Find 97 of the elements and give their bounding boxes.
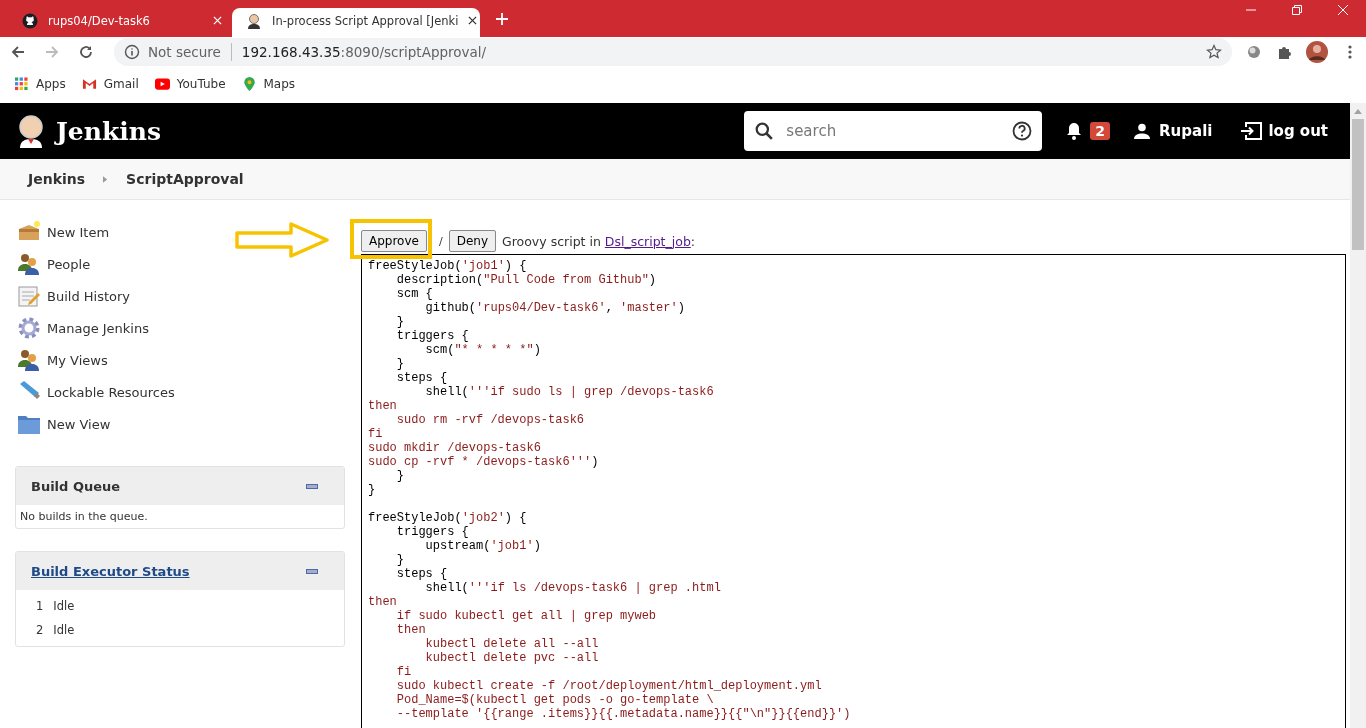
grid-icon: [14, 76, 29, 91]
info-icon: [124, 44, 140, 60]
code-line: sudo mkdir /devops-task6: [368, 441, 541, 455]
script-caption: Groovy script in Dsl_script_job:: [502, 233, 696, 249]
code-line: sudo rm -rvf /devops-task6: [395, 413, 585, 427]
avatar-icon[interactable]: [1306, 41, 1328, 63]
code-line: kubectl delete pvc --all: [424, 651, 599, 665]
butler-icon: [16, 113, 46, 149]
code-line: }: [395, 469, 404, 483]
reload-icon[interactable]: [78, 44, 94, 60]
search-icon: [755, 122, 774, 140]
notification-badge[interactable]: 2: [1090, 122, 1111, 140]
code-line: fi: [395, 665, 412, 679]
puzzle-icon[interactable]: [1276, 44, 1292, 60]
code-line: shell('''if sudo ls | grep /devops-task6: [424, 385, 714, 399]
code-line: then: [395, 623, 426, 637]
bookmark[interactable]: Maps: [241, 76, 296, 91]
code-line: triggers {: [395, 525, 469, 539]
address-bar[interactable]: Not secure 192.168.43.35:8090/scriptApproval/: [114, 38, 1232, 66]
user-link[interactable]: Rupali: [1159, 122, 1213, 140]
code-line: }: [395, 315, 404, 329]
bookmark[interactable]: Gmail: [81, 76, 139, 91]
butler-icon: [246, 12, 262, 29]
sidebar-item[interactable]: People: [17, 248, 345, 280]
code-line: steps {: [395, 567, 448, 581]
notepad-icon: [17, 284, 41, 308]
menu-icon[interactable]: [1348, 44, 1352, 60]
job-link[interactable]: Dsl_script_job: [604, 233, 691, 249]
scrollbar[interactable]: [1350, 103, 1366, 728]
sidebar-item[interactable]: Manage Jenkins: [17, 312, 345, 344]
queue-message: No builds in the queue.: [20, 510, 148, 523]
chevron-icon: [103, 175, 109, 183]
sidebar-item[interactable]: My Views: [17, 344, 345, 376]
executor-number: 2: [36, 623, 44, 637]
browser-tab[interactable]: In-process Script Approval [Jenki: [232, 8, 480, 37]
code-line: steps {: [395, 371, 448, 385]
new-tab-icon[interactable]: [496, 13, 508, 25]
code-line: }: [395, 553, 404, 567]
close-icon[interactable]: [468, 16, 478, 25]
code-line: scm {: [395, 287, 433, 301]
breadcrumb-link[interactable]: ScriptApproval: [126, 171, 244, 187]
brand-title[interactable]: Jenkins: [56, 116, 161, 146]
separator-text: /: [438, 234, 443, 248]
security-label: Not secure: [148, 44, 221, 60]
scroll-thumb[interactable]: [1352, 119, 1364, 250]
deny-button[interactable]: Deny: [448, 230, 496, 252]
sidebar-item[interactable]: Build History: [17, 280, 345, 312]
collapse-icon[interactable]: [306, 483, 318, 489]
code-line: sudo kubectl create -f /root/deployment/html_deployment.yml: [395, 679, 822, 693]
play-icon: [154, 76, 170, 91]
code-line: kubectl delete all --all: [424, 637, 599, 651]
restore-icon[interactable]: [1291, 4, 1303, 16]
browser-tab[interactable]: rups04/Dev-task6: [8, 8, 232, 37]
code-line: Pod_Name=$(kubectl get pods -o go-template \: [395, 693, 714, 707]
code-line: if sudo kubectl get all | grep myweb: [395, 609, 657, 623]
panel-title: Build Queue: [31, 478, 121, 494]
code-line: freeStyleJob('job1') {: [368, 259, 527, 273]
extension-icon[interactable]: [1246, 44, 1262, 60]
executor-status: Idle: [53, 623, 75, 637]
sidebar-item[interactable]: New Item: [17, 216, 345, 248]
code-line: github('rups04/Dev-task6', 'master'): [424, 301, 685, 315]
bookmark[interactable]: Apps: [14, 76, 66, 91]
code-line: description("Pull Code from Github"): [395, 273, 657, 287]
code-line: freeStyleJob('job2') {: [368, 511, 527, 525]
search-field[interactable]: search: [744, 111, 1043, 151]
code-line: sudo cp -rvf * /devops-task6'''): [368, 455, 599, 469]
code-line: --template '{{range .items}}{{.metadata.name}}{{"\n"}}{{end}}'): [395, 707, 851, 721]
people-icon: [17, 348, 41, 372]
approve-button[interactable]: Approve: [361, 230, 427, 252]
breadcrumb-link[interactable]: Jenkins: [28, 171, 86, 187]
logout-link[interactable]: log out: [1268, 122, 1328, 140]
star-icon[interactable]: [1206, 44, 1222, 60]
sidebar-item[interactable]: Lockable Resources: [17, 376, 345, 408]
code-line: }: [368, 483, 376, 497]
gear-icon: [17, 316, 41, 340]
logout-icon: [1240, 122, 1263, 140]
help-icon[interactable]: [1012, 121, 1033, 141]
people-icon: [17, 252, 41, 276]
executor-status: Idle: [53, 599, 75, 613]
code-line: shell('''if ls /devops-task6 | grep .html: [424, 581, 721, 595]
executor-number: 1: [36, 599, 44, 613]
user-icon: [1134, 123, 1151, 139]
bookmark[interactable]: YouTube: [154, 76, 226, 91]
code-line: then: [368, 595, 397, 609]
sidebar-item[interactable]: New View: [17, 408, 345, 440]
code-line: }: [395, 357, 404, 371]
map-pin-icon: [241, 76, 257, 91]
back-icon[interactable]: [10, 44, 26, 60]
code-line: upstream('job1'): [424, 539, 541, 553]
code-line: then: [368, 399, 397, 413]
bell-icon[interactable]: [1066, 122, 1083, 140]
code-line: triggers {: [395, 329, 469, 343]
collapse-icon[interactable]: [306, 568, 318, 574]
url-text: 192.168.43.35:8090/scriptApproval/: [241, 44, 487, 60]
code-line: fi: [368, 427, 383, 441]
code-line: scm("* * * * *"): [424, 343, 541, 357]
cat-icon: [22, 12, 38, 29]
